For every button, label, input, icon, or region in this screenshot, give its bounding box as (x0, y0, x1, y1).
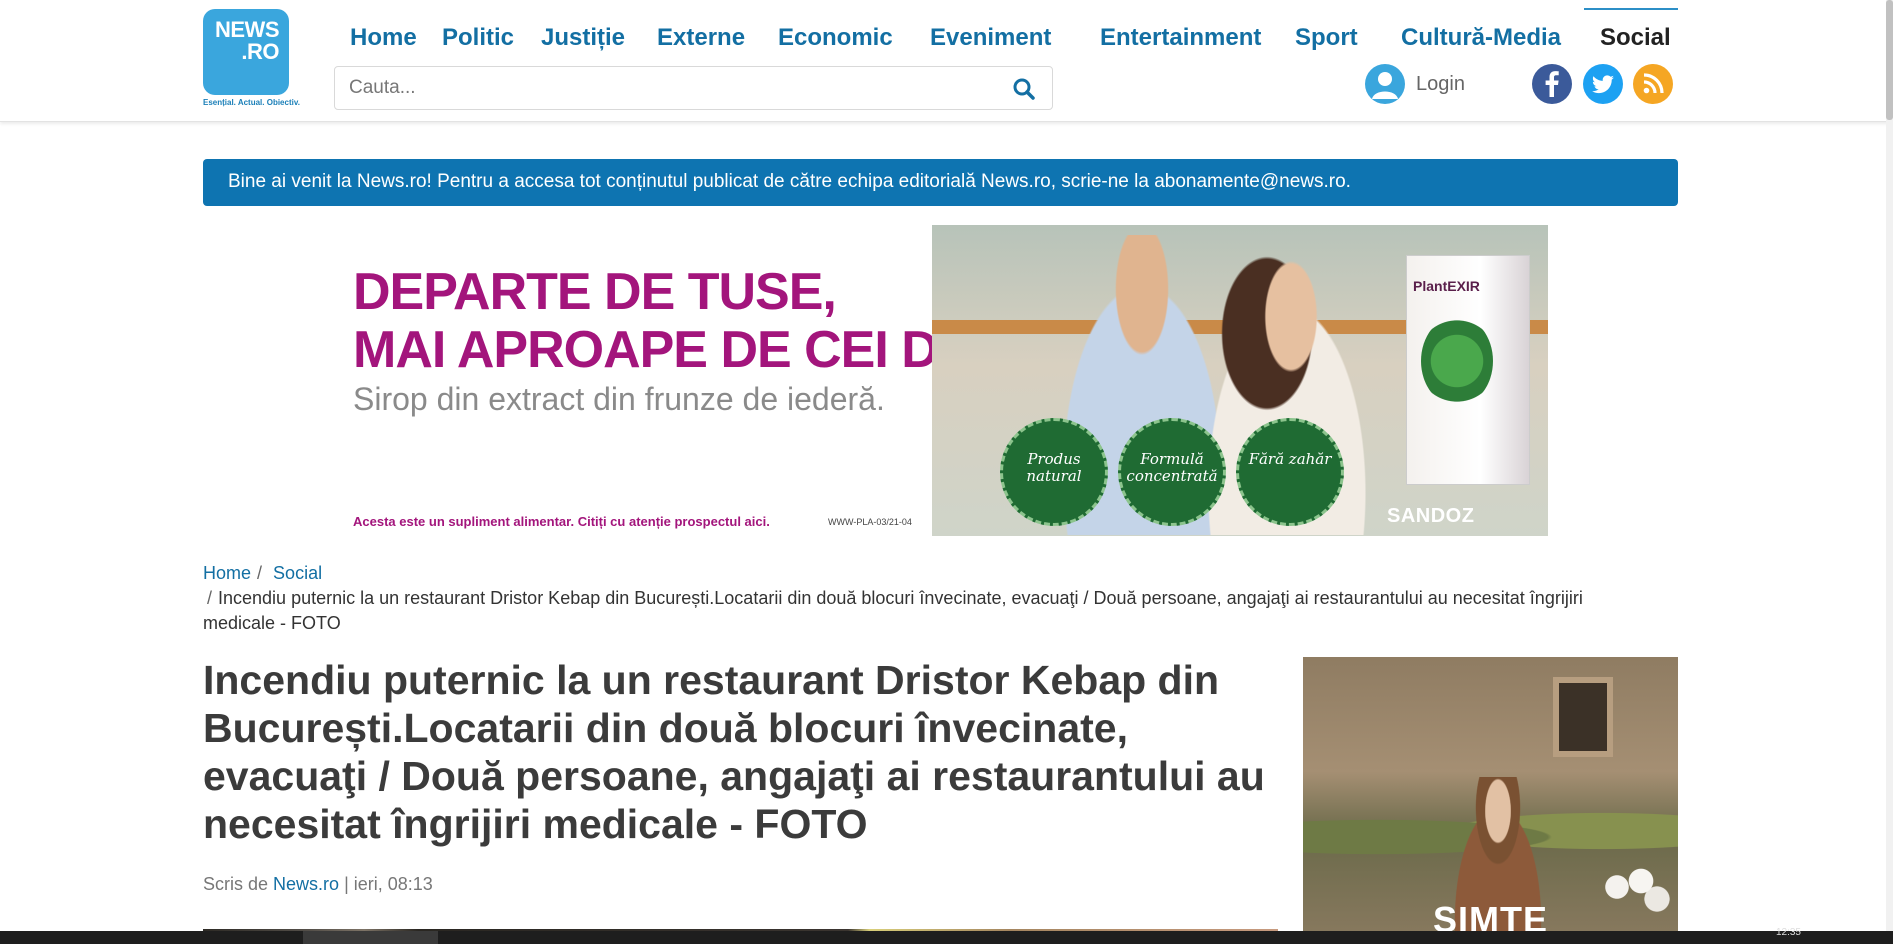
nav-eveniment[interactable]: Eveniment (930, 24, 1051, 52)
byline-prefix: Scris de (203, 874, 269, 894)
ivy-leaf-icon (1421, 316, 1493, 406)
nav-externe[interactable]: Externe (657, 24, 745, 52)
nav-sport[interactable]: Sport (1295, 24, 1358, 52)
nav-active-indicator (1584, 8, 1678, 10)
login-label: Login (1416, 73, 1465, 95)
breadcrumb: Home / Social / Incendiu puternic la un re… (203, 561, 1653, 636)
breadcrumb-section[interactable]: Social (273, 563, 322, 583)
nav-home[interactable]: Home (350, 24, 417, 52)
logo-text: NEWS .RO (215, 17, 280, 64)
twitter-icon[interactable] (1583, 64, 1623, 104)
breadcrumb-separator: / (207, 588, 213, 608)
ad-code: WWW-PLA-03/21-04 (828, 517, 912, 527)
taskbar: 12:35 (0, 927, 1893, 944)
byline-date: | ieri, 08:13 (344, 874, 433, 894)
breadcrumb-separator: / (257, 563, 263, 583)
nav-social[interactable]: Social (1600, 24, 1671, 52)
breadcrumb-current: Incendiu puternic la un restaurant Drist… (203, 588, 1583, 633)
ad-product-name: PlantEXIR (1413, 278, 1480, 294)
ad-banner-plantexir[interactable]: DEPARTE DE TUSE, MAI APROAPE DE CEI DRAG… (339, 225, 1548, 536)
ad-photo: Produs natural Formulă concentrată Fără … (932, 225, 1548, 536)
page-scrollbar[interactable] (1886, 0, 1893, 931)
welcome-notice-text: Bine ai venit la News.ro! Pentru a acces… (228, 171, 1351, 192)
ad-product-box: PlantEXIR (1406, 255, 1530, 485)
byline-author[interactable]: News.ro (273, 874, 339, 894)
side-ad-window (1553, 677, 1613, 757)
nav-cultura-media[interactable]: Cultură-Media (1401, 24, 1561, 52)
ad-badge-concentrata: Formulă concentrată (1118, 418, 1226, 526)
search-box (334, 66, 1053, 110)
site-header: NEWS .RO Esențial. Actual. Obiectiv. Hom… (0, 0, 1893, 122)
user-avatar-icon (1365, 64, 1405, 104)
news-ro-logo[interactable]: NEWS .RO (203, 9, 289, 95)
ad-badge-natural: Produs natural (1000, 418, 1108, 526)
rss-icon[interactable] (1633, 64, 1673, 104)
scrollbar-thumb[interactable] (1886, 0, 1893, 120)
breadcrumb-home[interactable]: Home (203, 563, 251, 583)
article-byline: Scris de News.ro | ieri, 08:13 (203, 874, 433, 895)
article-title: Incendiu puternic la un restaurant Drist… (203, 657, 1265, 847)
ad-brand: SANDOZ (1387, 505, 1475, 527)
ad-disclaimer: Acesta este un supliment alimentar. Citi… (353, 514, 770, 529)
facebook-icon[interactable] (1532, 64, 1572, 104)
nav-entertainment[interactable]: Entertainment (1100, 24, 1261, 52)
ad-subline: Sirop din extract din frunze de iederă. (353, 381, 885, 417)
ad-badge-fara-zahar: Fără zahăr (1236, 418, 1344, 526)
search-icon[interactable] (1012, 77, 1036, 101)
search-input[interactable] (349, 75, 989, 101)
nav-politic[interactable]: Politic (442, 24, 514, 52)
welcome-notice: Bine ai venit la News.ro! Pentru a acces… (203, 159, 1678, 206)
nav-economic[interactable]: Economic (778, 24, 893, 52)
logo-tagline: Esențial. Actual. Obiectiv. (203, 98, 300, 107)
taskbar-item[interactable] (303, 931, 438, 944)
nav-justitie[interactable]: Justiție (541, 24, 625, 52)
side-ad[interactable]: SIMTE (1303, 657, 1678, 944)
taskbar-clock: 12:35 (1775, 927, 1801, 938)
